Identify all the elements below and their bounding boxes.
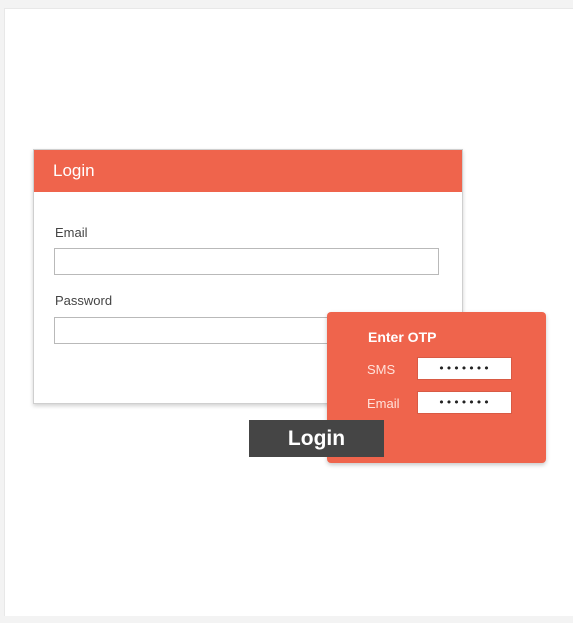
otp-email-field[interactable] (417, 391, 512, 414)
password-label: Password (55, 293, 113, 308)
otp-sms-label: SMS (367, 362, 396, 377)
login-title: Login (34, 150, 462, 192)
otp-email-label: Email (367, 396, 400, 411)
otp-title: Enter OTP (368, 329, 437, 345)
login-button[interactable]: Login (249, 420, 384, 457)
otp-sms-field[interactable] (417, 357, 512, 380)
email-field[interactable] (54, 248, 439, 275)
email-label: Email (55, 225, 88, 240)
